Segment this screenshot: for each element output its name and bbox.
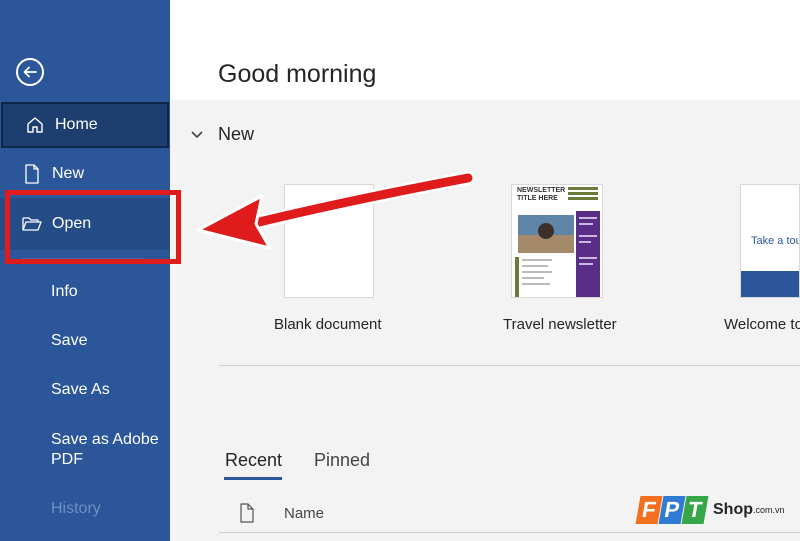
active-tab-underline (224, 477, 282, 480)
sidebar-item-label: Home (55, 116, 98, 133)
greeting-title: Good morning (218, 60, 377, 88)
watermark-domain: .com.vn (753, 505, 785, 515)
section-divider (219, 365, 800, 366)
document-icon (20, 162, 44, 186)
sidebar-item-info[interactable]: Info (51, 283, 78, 301)
tab-pinned[interactable]: Pinned (314, 450, 370, 471)
file-type-icon (238, 503, 256, 528)
logo-letter-t: T (681, 496, 709, 524)
home-icon (23, 113, 47, 137)
template-label: Blank document (274, 316, 382, 333)
newsletter-thumb-title-line1: NEWSLETTER (517, 187, 566, 194)
chevron-down-icon (190, 130, 204, 140)
open-highlight-box (5, 190, 181, 264)
sidebar-item-history: History (51, 500, 101, 517)
back-button[interactable] (16, 58, 44, 86)
template-travel-newsletter[interactable]: NEWSLETTER TITLE HERE (511, 184, 603, 298)
table-header-line (219, 532, 800, 533)
template-label: Welcome to (724, 316, 800, 333)
column-header-name[interactable]: Name (284, 505, 324, 522)
sidebar-item-save[interactable]: Save (51, 332, 87, 350)
page-header: Good morning (170, 0, 800, 100)
template-welcome[interactable]: Take a tou (740, 184, 800, 298)
sidebar-item-home[interactable]: Home (1, 102, 169, 148)
backstage-sidebar: Home New Open Info Save Save As Save as … (0, 0, 170, 541)
new-section-toggle[interactable]: New (190, 124, 254, 145)
template-label: Travel newsletter (503, 316, 617, 333)
watermark-shop: Shop (713, 501, 753, 518)
back-arrow-icon (23, 66, 37, 78)
tab-recent[interactable]: Recent (225, 450, 282, 471)
fpt-shop-watermark: F P T Shop .com.vn (635, 496, 785, 524)
sidebar-item-label: New (52, 165, 85, 182)
newsletter-thumb-title: NEWSLETTER TITLE HERE (517, 187, 565, 203)
welcome-thumb-text: Take a tou (751, 235, 800, 247)
arrow-head (196, 194, 272, 250)
newsletter-thumb-title-line2: TITLE HERE (517, 195, 558, 202)
sidebar-item-save-as-pdf[interactable]: Save as Adobe PDF (51, 430, 161, 470)
welcome-thumb-band (741, 271, 799, 297)
new-section-title: New (218, 124, 255, 144)
sidebar-item-save-as[interactable]: Save As (51, 381, 110, 399)
template-blank-document[interactable] (284, 184, 374, 298)
